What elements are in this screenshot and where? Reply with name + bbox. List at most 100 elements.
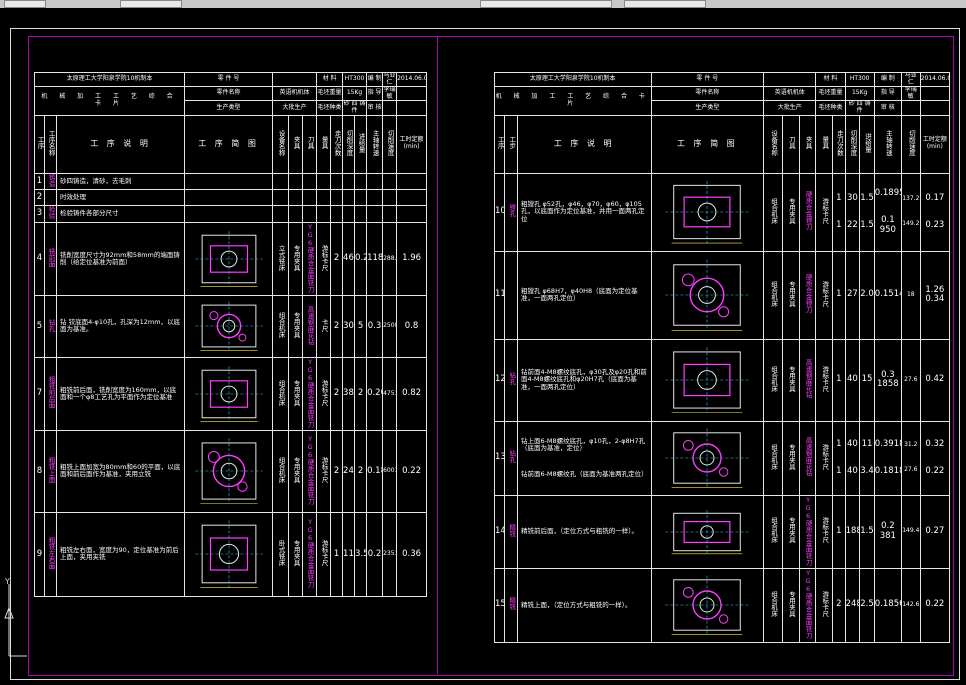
right-process-row: 11 粗镗孔 φ68H7，φ40H8（底面为定位基准，一面两孔定位） 组合机床 专用夹… xyxy=(493,250,951,340)
cell-no: 12 xyxy=(493,338,506,422)
cell-tool: 硬质合金镗刀 xyxy=(798,250,817,340)
cell-d1: 188 xyxy=(845,525,859,536)
cell-name: 钻孔 xyxy=(504,338,518,422)
cell-desc: 粗铣左右面，宽度为90，定位基准为前后上面，夹用夹铣 xyxy=(55,511,186,597)
cell-no: 4 xyxy=(34,221,45,296)
blank-weight-value-r: 15Kg xyxy=(844,86,875,102)
cell-tool: 高速钢麻花钻 xyxy=(804,359,813,399)
cell-fix: 专用夹具 xyxy=(292,312,301,339)
reviewer-label-r: 审 核 xyxy=(873,100,902,116)
cell-d2: 22 xyxy=(846,220,858,231)
col-sketch: 工 序 简 图 xyxy=(184,114,274,174)
cell-time: 1.96 xyxy=(396,221,428,296)
production-type-label-r: 生产类型 xyxy=(650,100,765,116)
cell-v2: 27.6 xyxy=(904,466,918,474)
cell-desc: 检验铸件各部分尺寸 xyxy=(55,205,186,223)
cell-fix: 专用夹具 xyxy=(787,590,796,617)
cell-tool: 硬质合金镗刀 xyxy=(804,191,813,231)
cell-gauge: 游标卡尺 xyxy=(815,420,834,496)
cell-d1: 40 xyxy=(846,374,858,385)
school-name-r: 太原理工大学阳泉学院10机制本 xyxy=(494,71,652,88)
blank-type-value: 砂 四 铸 件 xyxy=(342,100,368,116)
cell-time: 0.22 xyxy=(396,429,428,513)
tab-3[interactable] xyxy=(480,0,612,8)
process-sketch xyxy=(184,205,274,223)
cell-desc: 钻前面4-M8螺纹底孔，φ30孔及φ20孔和前面4-M8螺纹底孔和φ20H7孔（… xyxy=(516,338,652,422)
cell-depth: 115 xyxy=(342,511,356,597)
cell-no: 8 xyxy=(34,429,45,513)
process-sketch xyxy=(650,338,765,422)
cell-desc: 粗镗孔 φ52孔，φ46，φ70，φ60，φ105孔，以底面作为定位基准，并用一… xyxy=(516,172,652,252)
col-tool-r: 刀具 xyxy=(787,136,796,150)
process-sketch xyxy=(184,221,274,296)
cell-tool: 高速钢麻花钻 xyxy=(306,305,315,345)
cell-v2: 149.2 xyxy=(902,220,920,228)
cell-s1: 0.15144 xyxy=(874,289,900,300)
right-process-row: 13 钻孔 钻上面6-M8螺纹底孔，φ10孔，2-φ8H7孔（底面为基准，定位） 钻前… xyxy=(493,420,951,496)
cell-time: 0.8 xyxy=(396,294,428,358)
cell-name: 粗铣左右面 xyxy=(47,536,56,570)
cell-f1: 1.5 xyxy=(860,525,874,536)
right-process-card: 太原理工大学阳泉学院10机制本 零 件 号 材 料 HT300 编 制 马亚仁 … xyxy=(493,71,951,643)
cell-fix: 专用夹具 xyxy=(781,338,800,422)
process-sketch xyxy=(650,420,765,496)
part-name-value: 英语机机体 xyxy=(272,86,318,102)
cell-passes xyxy=(330,189,344,207)
cell-equip: 组合机床 xyxy=(277,312,286,339)
process-sketch xyxy=(184,189,274,207)
cell-s1: 0.18950 xyxy=(874,188,900,199)
tab-4[interactable] xyxy=(624,0,706,8)
cell-fix: 专用夹具 xyxy=(787,517,796,544)
cell-d: 30 22 xyxy=(844,172,861,252)
cell-d1: 40 xyxy=(846,438,858,449)
cell-s: 0.3 1858 xyxy=(873,338,902,422)
cell-speed xyxy=(366,189,384,207)
cell-p: 1 xyxy=(832,494,846,569)
cell-feed: 0.2 xyxy=(354,221,368,296)
cell-tool: YG6硬质合金面铣刀 xyxy=(804,495,813,566)
cell-name: 精铣 xyxy=(507,597,516,611)
ucs-axis-icon: Y xyxy=(3,577,27,662)
cell-fix: 专用夹具 xyxy=(787,197,796,224)
left-process-row: 7 粗铣前后面 粗铣前后面，铣削宽度为160mm，以底面和一个φ8工艺孔为平面作为定… xyxy=(34,356,428,431)
designer-value: 李瑞敏 xyxy=(382,86,398,102)
cell-no: 15 xyxy=(493,567,506,643)
cell-feed xyxy=(354,189,368,207)
tab-1[interactable] xyxy=(4,0,46,8)
left-process-row: 8 粗铣上面 粗铣上面加宽为80mm和60的平面，以底面和前后面作为基准，夹用立铣 组… xyxy=(34,429,428,513)
cell-name: 钻孔 xyxy=(507,372,516,386)
part-no-label-r: 零 件 号 xyxy=(650,71,765,88)
cell-equip: 组合机床 xyxy=(769,443,778,470)
school-name: 太原理工大学阳泉学院10机制本 xyxy=(33,71,186,88)
cell-tool: YG6硬质合金面铣刀 xyxy=(306,435,315,505)
cell-v: 142.6 xyxy=(900,567,921,643)
col-proc-no-r: 工序 xyxy=(496,136,505,150)
cell-t1: 0.17 xyxy=(925,192,945,203)
cell-fix: 专用夹具 xyxy=(781,420,800,496)
author-value: 马亚仁 xyxy=(382,71,398,88)
cell-fix: 专用夹具 xyxy=(787,280,796,307)
cell-fix: 专用夹具 xyxy=(292,540,301,567)
svg-text:Y: Y xyxy=(4,578,10,586)
tab-2[interactable] xyxy=(120,0,182,8)
cell-time xyxy=(396,189,428,207)
right-process-row: 12 钻孔 钻前面4-M8螺纹底孔，φ30孔及φ20孔和前面4-M8螺纹底孔和φ20… xyxy=(493,338,951,422)
cell-name: 钻孔 xyxy=(47,318,56,332)
cell-vc: 475166.4 xyxy=(382,356,398,431)
col-proc-name: 工序名称 xyxy=(47,129,56,156)
cell-speed: 1180 xyxy=(366,221,384,296)
cell-desc-a: 钻上面6-M8螺纹底孔，φ10孔，2-φ8H7孔（底面为基准，定位） xyxy=(520,437,646,453)
cell-desc-b: 钻前面6-M8螺纹孔（底面为基准两孔定位） xyxy=(520,469,648,478)
cad-drawing-canvas[interactable]: 太原理工大学阳泉学院10机制本 零 件 号 材 料 HT300 编 制 马亚仁 … xyxy=(0,8,966,685)
col-depth-r: 切削深度 xyxy=(848,129,857,156)
cell-v1: 31.2 xyxy=(904,441,918,449)
cell-p1: 1 xyxy=(836,438,842,449)
cell-tool: YG6硬质合金面铣刀 xyxy=(306,518,315,588)
cell-equip: 组合机床 xyxy=(769,197,778,224)
cell-vc: 235116.1 xyxy=(382,511,398,597)
author-label-r: 编 制 xyxy=(873,71,902,88)
col-desc-r: 工 序 说 明 xyxy=(516,114,652,174)
cell-desc: 铣削宽度尺寸为92mm和58mm的端面铸削（给定位基准为前面） xyxy=(55,221,186,296)
cell-feed xyxy=(354,172,368,191)
process-sketch xyxy=(650,567,765,643)
